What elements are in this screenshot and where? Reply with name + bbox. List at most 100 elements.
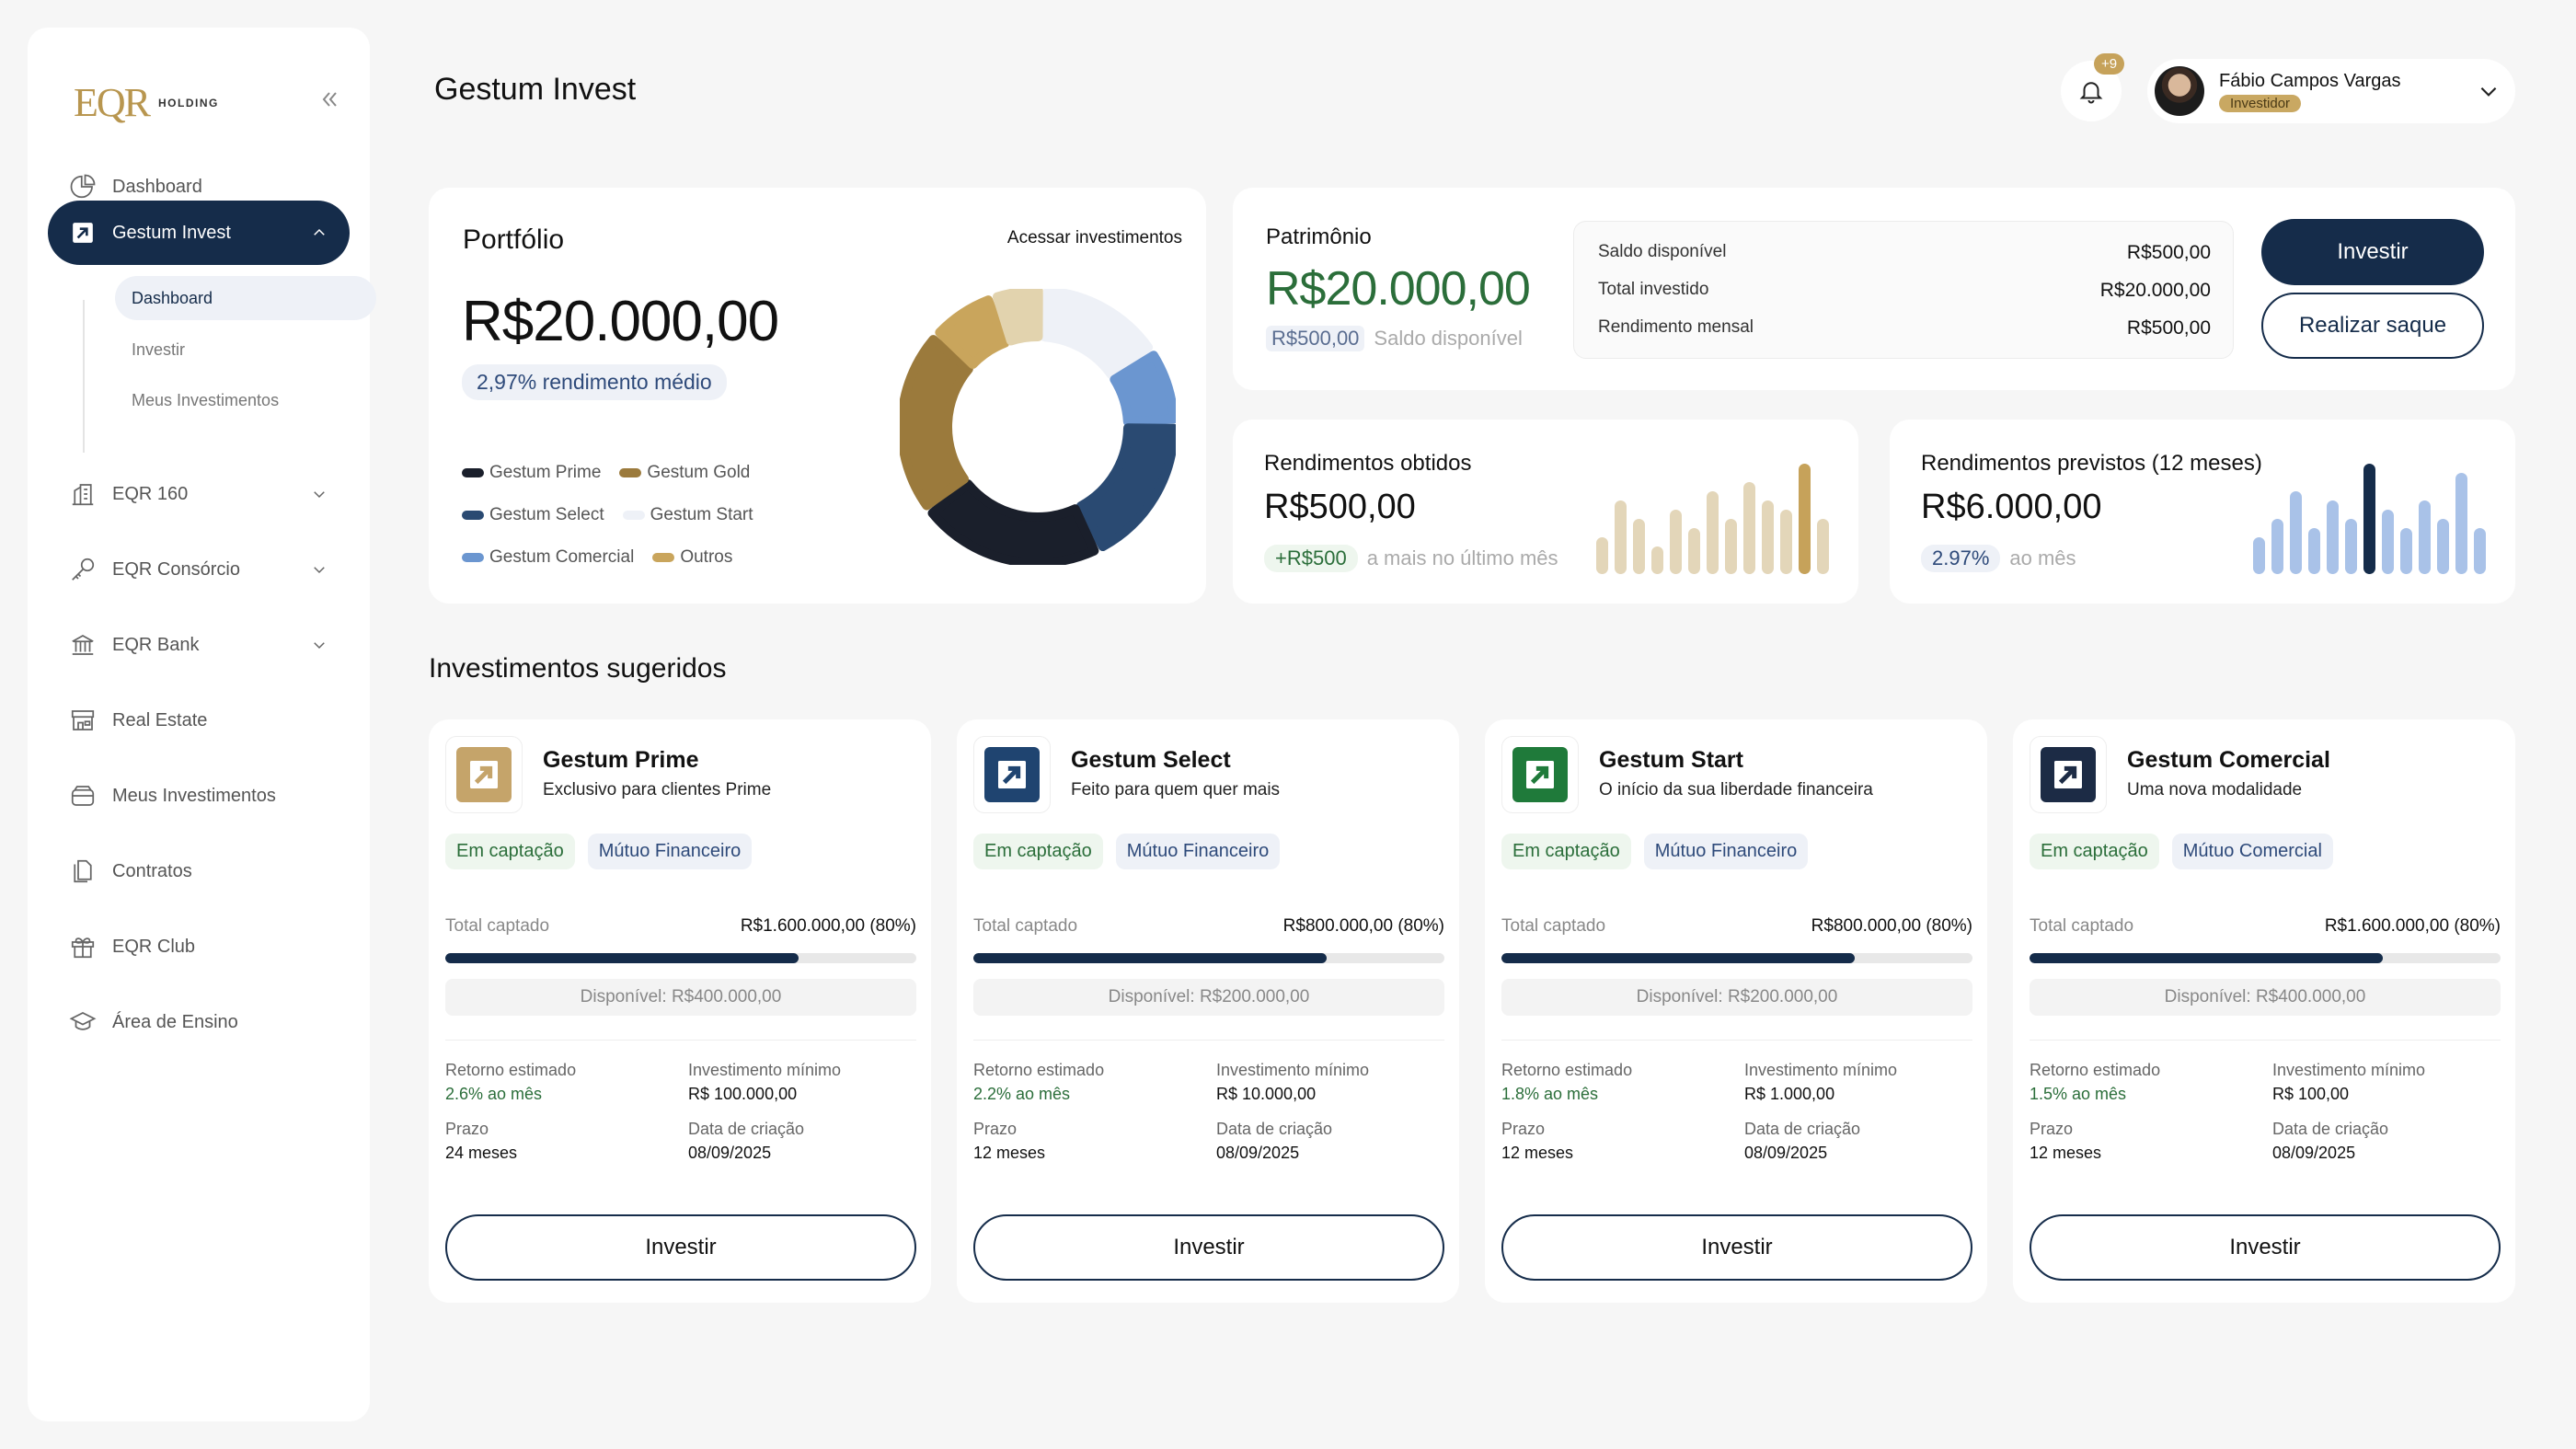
access-investments-link[interactable]: Acessar investimentos <box>1007 228 1182 248</box>
storefront-icon <box>66 704 99 737</box>
investment-card: Gestum Select Feito para quem quer mais … <box>957 719 1459 1303</box>
pie-chart-icon <box>66 170 99 203</box>
invest-card-button[interactable]: Investir <box>973 1214 1444 1281</box>
available-amount: Disponível: R$400.000,00 <box>2030 979 2501 1016</box>
type-badge: Mútuo Comercial <box>2171 834 2333 869</box>
progress-fill <box>2030 953 2383 963</box>
withdraw-button[interactable]: Realizar saque <box>2261 293 2484 359</box>
sidebar-item-eqr-160[interactable]: EQR 160 <box>48 462 350 526</box>
estimated-return: Retorno estimado 2.6% ao mês <box>445 1058 576 1106</box>
subnav-item-meus-investimentos[interactable]: Meus Investimentos <box>115 378 376 422</box>
estimated-return: Retorno estimado 2.2% ao mês <box>973 1058 1104 1106</box>
patrimonio-value: R$20.000,00 <box>1266 262 1531 316</box>
type-badge: Mútuo Financeiro <box>587 834 753 869</box>
kv-label: Retorno estimado <box>973 1061 1105 1079</box>
subnav-item-dashboard[interactable]: Dashboard <box>115 276 376 320</box>
total-label: Total captado <box>973 916 1078 936</box>
bar <box>1615 500 1627 574</box>
total-raised-row: Total captado R$800.000,00 (80%) <box>1501 916 1972 937</box>
bar <box>2400 528 2412 574</box>
bar <box>1651 546 1663 574</box>
progress-fill <box>1501 953 1855 963</box>
bar <box>2437 519 2449 574</box>
sidebar-item-eqr-bank[interactable]: EQR Bank <box>48 613 350 677</box>
legend-label: Outros <box>680 547 733 567</box>
sidebar-item-contratos[interactable]: Contratos <box>48 839 350 903</box>
bar <box>1817 519 1829 574</box>
page-title: Gestum Invest <box>434 72 637 107</box>
subnav-label: Dashboard <box>132 288 213 307</box>
total-raised-row: Total captado R$1.600.000,00 (80%) <box>2030 916 2501 937</box>
arrow-up-right-icon <box>66 216 99 249</box>
gift-icon <box>66 930 99 963</box>
fund-name: Gestum Prime <box>543 747 699 773</box>
bar <box>1780 510 1792 574</box>
graduation-cap-icon <box>66 1006 99 1039</box>
creation-date: Data de criação 08/09/2025 <box>1216 1117 1332 1165</box>
invest-card-button[interactable]: Investir <box>2030 1214 2501 1281</box>
user-menu[interactable]: Fábio Campos Vargas Investidor <box>2147 59 2515 123</box>
logo-text: HOLDING <box>158 96 219 109</box>
sidebar-item-label: Contratos <box>112 860 192 881</box>
kv-label: Retorno estimado <box>1501 1061 1633 1079</box>
balance-label: Saldo disponível <box>1374 327 1523 350</box>
type-badge: Mútuo Financeiro <box>1643 834 1809 869</box>
projected-chip: 2.97% <box>1921 545 2001 572</box>
fund-logo-mark <box>456 747 512 802</box>
kv-label: Data de criação <box>1744 1120 1861 1138</box>
fund-logo-mark <box>2041 747 2096 802</box>
sidebar-item-eqr-club[interactable]: EQR Club <box>48 914 350 979</box>
collapse-sidebar-button[interactable] <box>311 81 348 118</box>
earned-yield-card: Rendimentos obtidos R$500,00 +R$500 a ma… <box>1233 420 1858 604</box>
kv-label: Investimento mínimo <box>1216 1061 1370 1079</box>
chevron-down-icon <box>307 558 331 581</box>
subnav-item-investir[interactable]: Investir <box>115 328 376 372</box>
fund-logo <box>973 736 1051 813</box>
creation-date: Data de criação 08/09/2025 <box>688 1117 804 1165</box>
sidebar-item-gestum-invest[interactable]: Gestum Invest <box>48 201 350 265</box>
invest-button[interactable]: Investir <box>2261 219 2484 285</box>
bar <box>1743 482 1755 574</box>
total-label: Total captado <box>445 916 550 936</box>
total-label: Total captado <box>1501 916 1606 936</box>
sidebar-item-real-estate[interactable]: Real Estate <box>48 688 350 753</box>
bar <box>2419 500 2431 574</box>
kv-label: Retorno estimado <box>2030 1061 2161 1079</box>
divider <box>445 1040 916 1041</box>
portfolio-title: Portfólio <box>463 224 565 255</box>
chevron-down-icon <box>2477 79 2501 108</box>
creation-date: Data de criação 08/09/2025 <box>2272 1117 2388 1165</box>
term: Prazo 12 meses <box>2030 1117 2101 1165</box>
invest-card-button[interactable]: Investir <box>1501 1214 1972 1281</box>
legend-swatch <box>462 468 484 477</box>
bar <box>1799 464 1811 574</box>
sidebar-item-area-de-ensino[interactable]: Área de Ensino <box>48 990 350 1054</box>
minimum-investment: Investimento mínimo R$ 100,00 <box>2272 1058 2425 1106</box>
total-raised-row: Total captado R$1.600.000,00 (80%) <box>445 916 916 937</box>
patrimonio-summary: Saldo disponível R$500,00 Total investid… <box>1573 221 2234 359</box>
available-amount: Disponível: R$200.000,00 <box>973 979 1444 1016</box>
sidebar-item-label: EQR Consórcio <box>112 558 240 580</box>
kv-value: 08/09/2025 <box>1216 1144 1300 1162</box>
investment-card: Gestum Comercial Uma nova modalidade Em … <box>2013 719 2515 1303</box>
available-amount: Disponível: R$400.000,00 <box>445 979 916 1016</box>
projected-title: Rendimentos previstos (12 meses) <box>1921 451 2262 476</box>
kv-value: R$ 100,00 <box>2272 1085 2350 1103</box>
fund-description: Exclusivo para clientes Prime <box>543 780 772 799</box>
summary-label: Total investido <box>1598 280 1709 299</box>
donut-slice <box>1075 423 1176 552</box>
estimated-return: Retorno estimado 1.8% ao mês <box>1501 1058 1632 1106</box>
sidebar-item-meus-investimentos[interactable]: Meus Investimentos <box>48 764 350 828</box>
legend-label: Gestum Prime <box>489 463 602 482</box>
bar <box>1670 510 1682 574</box>
kv-label: Investimento mínimo <box>2272 1061 2426 1079</box>
sidebar-item-eqr-consorcio[interactable]: EQR Consórcio <box>48 537 350 602</box>
earned-subtitle: +R$500 a mais no último mês <box>1264 545 1558 572</box>
kv-value: R$ 100.000,00 <box>688 1085 798 1103</box>
sidebar-item-label: Real Estate <box>112 709 208 730</box>
projected-subtitle: 2.97% ao mês <box>1921 545 2076 572</box>
brand-logo[interactable]: EQR HOLDING <box>74 79 219 126</box>
kv-label: Data de criação <box>688 1120 805 1138</box>
invest-card-button[interactable]: Investir <box>445 1214 916 1281</box>
bar <box>2474 528 2486 574</box>
